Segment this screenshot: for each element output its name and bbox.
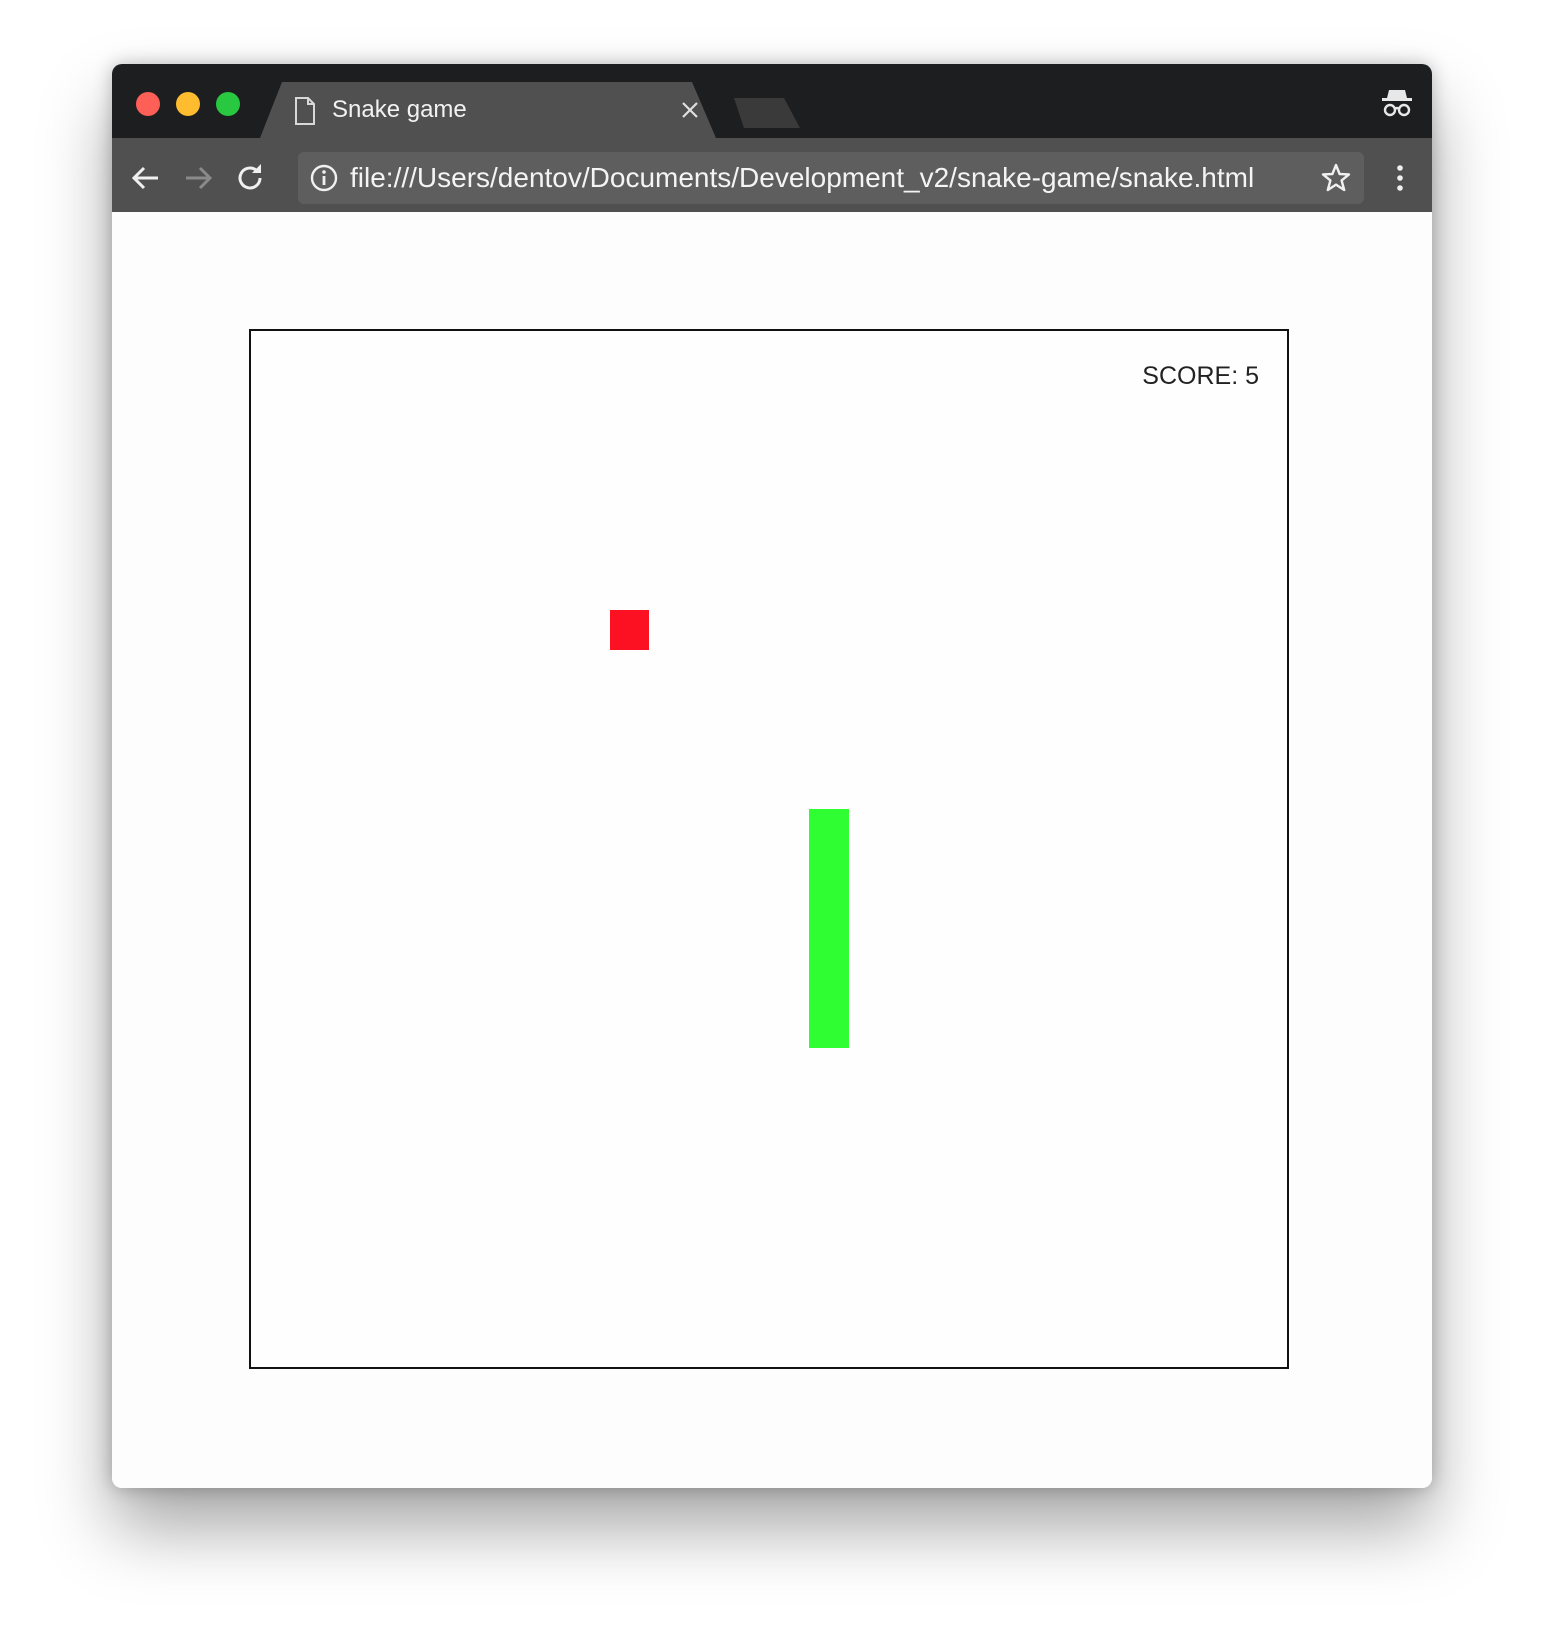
snake-head	[808, 809, 849, 849]
close-icon[interactable]	[680, 100, 700, 120]
snake-segment	[808, 888, 849, 929]
incognito-icon	[1382, 90, 1412, 117]
star-icon[interactable]	[1320, 162, 1352, 194]
page-icon	[295, 97, 315, 125]
tab-title: Snake game	[332, 96, 467, 123]
maximize-window-button[interactable]	[216, 92, 240, 116]
address-bar[interactable]: file:///Users/dentov/Documents/Developme…	[298, 152, 1364, 204]
address-text[interactable]: file:///Users/dentov/Documents/Developme…	[350, 161, 1254, 195]
tab-background	[260, 82, 716, 138]
snake-segment	[808, 928, 849, 969]
snake-segment	[808, 968, 849, 1009]
score-label: SCORE: 5	[1142, 362, 1259, 390]
browser-window: Snake game file:///Users/dentov/Document…	[112, 64, 1432, 1488]
tab-snake-game[interactable]: Snake game	[260, 82, 716, 138]
more-vert-icon[interactable]	[1382, 160, 1418, 196]
back-arrow-icon[interactable]	[128, 160, 164, 196]
forward-arrow-icon[interactable]	[180, 160, 216, 196]
desktop-stage: Snake game file:///Users/dentov/Document…	[0, 0, 1544, 1648]
snake-segment	[808, 849, 849, 889]
reload-icon[interactable]	[232, 160, 268, 196]
game-board[interactable]: SCORE: 5	[249, 329, 1289, 1369]
page-content: SCORE: 5	[112, 212, 1432, 1488]
new-tab-button[interactable]	[734, 98, 800, 128]
minimize-window-button[interactable]	[176, 92, 200, 116]
info-icon[interactable]	[310, 164, 338, 192]
food-item	[609, 609, 650, 650]
title-bar: Snake game	[112, 64, 1432, 138]
snake-segment	[808, 1008, 849, 1049]
close-window-button[interactable]	[136, 92, 160, 116]
